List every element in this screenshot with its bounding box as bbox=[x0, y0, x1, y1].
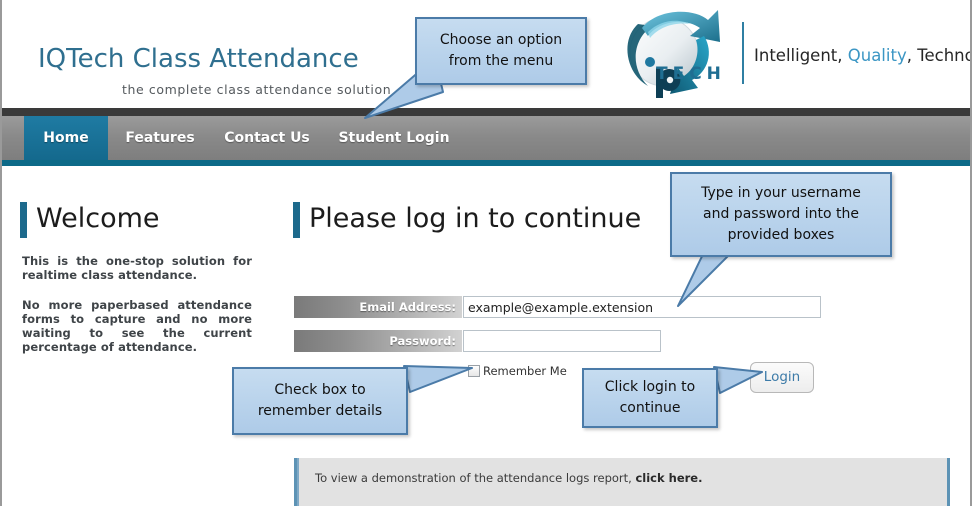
nav-item-features[interactable]: Features bbox=[114, 116, 206, 160]
brand-tagline: the complete class attendance solution bbox=[122, 82, 392, 97]
demo-here-link[interactable]: click here. bbox=[635, 471, 702, 485]
nav-underline bbox=[2, 160, 970, 166]
callout-credentials-line-3: provided boxes bbox=[727, 227, 835, 243]
slogan-accent: Quality bbox=[847, 46, 907, 65]
remember-me-row[interactable]: Remember Me bbox=[468, 363, 567, 379]
callout-remember-line-1: Check box to bbox=[274, 382, 366, 398]
slogan-part1: Intelligent, bbox=[754, 46, 848, 65]
callout-remember: Check box to remember details bbox=[232, 367, 408, 435]
email-label: Email Address: bbox=[294, 296, 462, 318]
demo-text-prefix: To view a demonstration of the attendanc… bbox=[315, 471, 636, 485]
welcome-accent-bar bbox=[20, 202, 27, 238]
logo-slogan: Intelligent, Quality, Technology bbox=[754, 46, 970, 65]
nav-item-contact-us[interactable]: Contact Us bbox=[215, 116, 319, 160]
callout-credentials: Type in your username and password into … bbox=[670, 172, 892, 257]
callout-credentials-line-2: and password into the bbox=[703, 206, 859, 222]
email-field[interactable] bbox=[463, 296, 821, 318]
callout-menu-line-1: Choose an option bbox=[439, 32, 563, 48]
demo-notice-inner: To view a demonstration of the attendanc… bbox=[297, 458, 950, 506]
welcome-heading: Welcome bbox=[36, 203, 160, 234]
callout-menu-line-2: from the menu bbox=[448, 53, 554, 69]
nav-item-student-login[interactable]: Student Login bbox=[332, 116, 456, 160]
page-root: IQTech Class Attendance the complete cla… bbox=[0, 0, 972, 506]
welcome-paragraph-1: This is the one-stop solution for realti… bbox=[22, 254, 252, 282]
demo-notice-bar: To view a demonstration of the attendanc… bbox=[294, 458, 950, 506]
login-heading: Please log in to continue bbox=[309, 203, 642, 234]
callout-menu: Choose an option from the menu bbox=[415, 17, 587, 85]
callout-login-line-2: continue bbox=[619, 400, 681, 416]
nav-item-home[interactable]: Home bbox=[24, 116, 108, 160]
logo-divider bbox=[742, 22, 744, 84]
logo-globe-icon bbox=[627, 10, 720, 98]
callout-remember-line-2: remember details bbox=[257, 403, 383, 419]
remember-me-label[interactable]: Remember Me bbox=[483, 364, 567, 378]
header-divider bbox=[2, 108, 970, 116]
callout-remember-tail bbox=[400, 362, 480, 396]
password-field[interactable] bbox=[463, 330, 661, 352]
callout-credentials-line-1: Type in your username bbox=[701, 185, 861, 201]
login-accent-bar bbox=[293, 202, 300, 238]
callout-credentials-tail bbox=[662, 247, 742, 312]
logo-wordmark: TECH bbox=[656, 64, 726, 84]
slogan-part2: , Technology bbox=[906, 46, 970, 65]
main-navigation: Home Features Contact Us Student Login bbox=[2, 116, 970, 160]
callout-login-line-1: Click login to bbox=[604, 379, 696, 395]
iqtech-logo: TECH bbox=[612, 2, 752, 106]
demo-notice-text: To view a demonstration of the attendanc… bbox=[315, 471, 702, 485]
demo-right-rule bbox=[947, 458, 950, 506]
callout-login-tail bbox=[712, 363, 772, 397]
callout-login: Click login to continue bbox=[582, 368, 718, 428]
password-label: Password: bbox=[294, 330, 462, 352]
welcome-paragraph-2: No more paperbased attendance forms to c… bbox=[22, 298, 252, 354]
page-title: IQTech Class Attendance bbox=[38, 44, 359, 74]
